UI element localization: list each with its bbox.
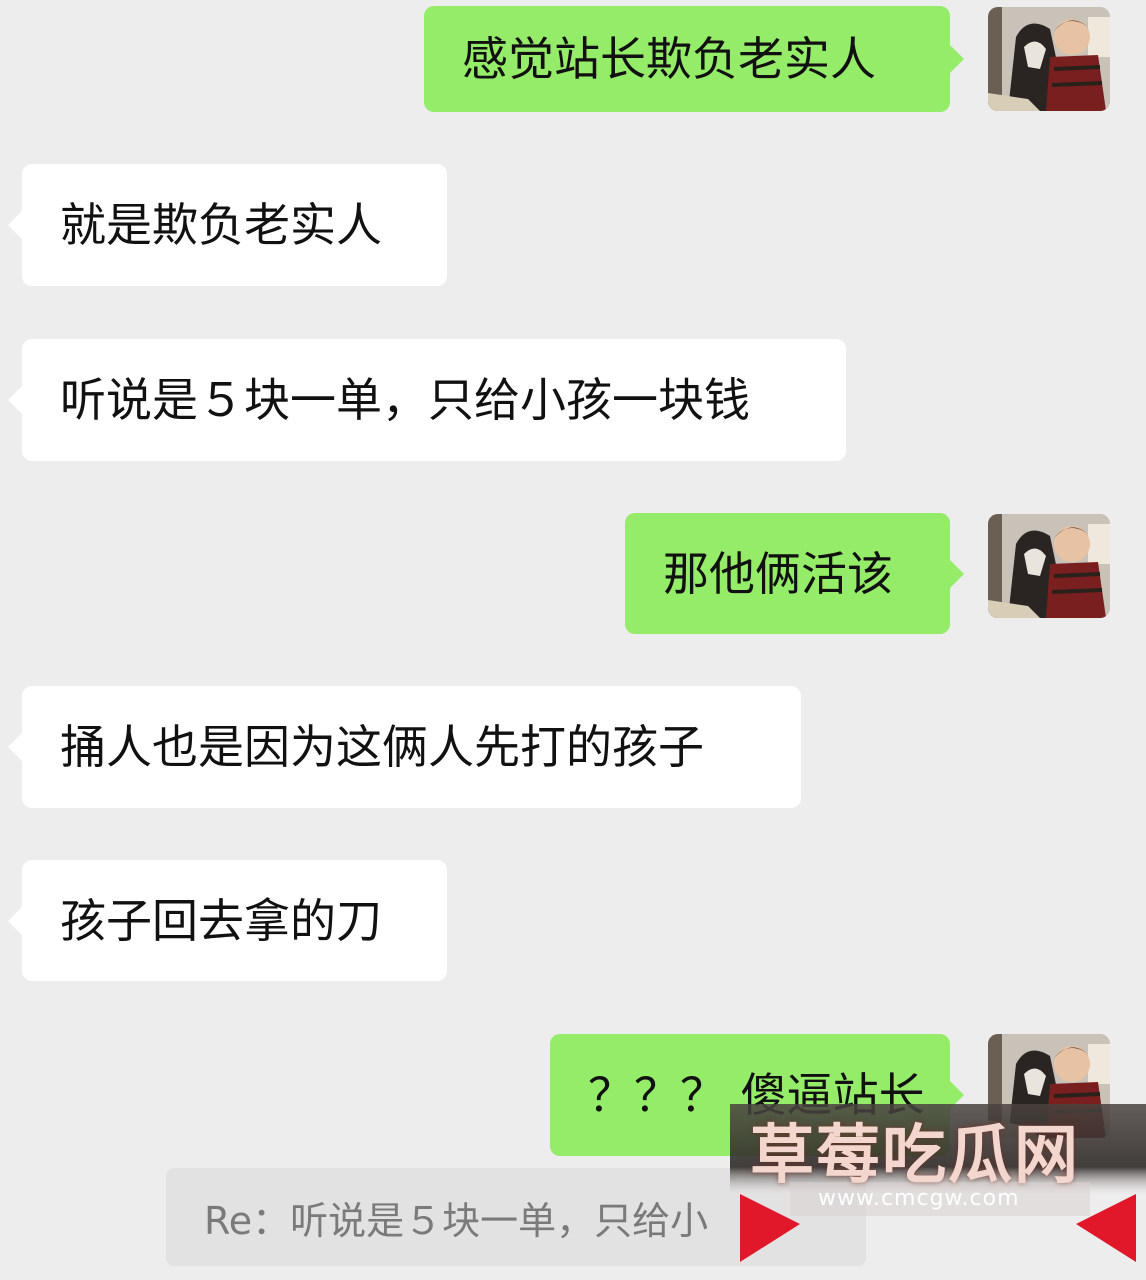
message-text: 孩子回去拿的刀 — [60, 893, 382, 948]
message-text: 感觉站长欺负老实人 — [462, 32, 876, 86]
user-avatar[interactable] — [988, 7, 1110, 111]
message-text: 就是欺负老实人 — [60, 198, 382, 252]
message-bubble-incoming[interactable]: 孩子回去拿的刀 — [8, 860, 447, 981]
message-bubble-outgoing[interactable]: 感觉站长欺负老实人 — [424, 6, 964, 112]
chat-message-list: 感觉站长欺负老实人 就是欺负老实人 听说是５块一单，只给小孩一块钱 那他俩活该 — [0, 0, 1146, 1280]
avatar-photo-icon — [988, 7, 1110, 111]
message-bubble-incoming[interactable]: 听说是５块一单，只给小孩一块钱 — [8, 339, 846, 461]
message-text: 那他俩活该 — [663, 546, 893, 601]
message-bubble-outgoing[interactable]: 那他俩活该 — [625, 513, 964, 634]
message-text: 听说是５块一单，只给小孩一块钱 — [60, 373, 750, 427]
watermark-title: 草莓吃瓜网 — [750, 1119, 1080, 1191]
site-watermark: 草莓吃瓜网 www.cmcgw.com — [730, 1104, 1146, 1280]
message-text: 捅人也是因为这俩人先打的孩子 — [60, 720, 704, 774]
avatar-photo-icon — [988, 514, 1110, 618]
message-bubble-incoming[interactable]: 捅人也是因为这俩人先打的孩子 — [8, 686, 801, 808]
watermark-url: www.cmcgw.com — [818, 1186, 1020, 1211]
quoted-reply-text: Re：听说是５块一单，只给小 — [204, 1198, 709, 1243]
message-bubble-incoming[interactable]: 就是欺负老实人 — [8, 164, 447, 286]
user-avatar[interactable] — [988, 514, 1110, 618]
